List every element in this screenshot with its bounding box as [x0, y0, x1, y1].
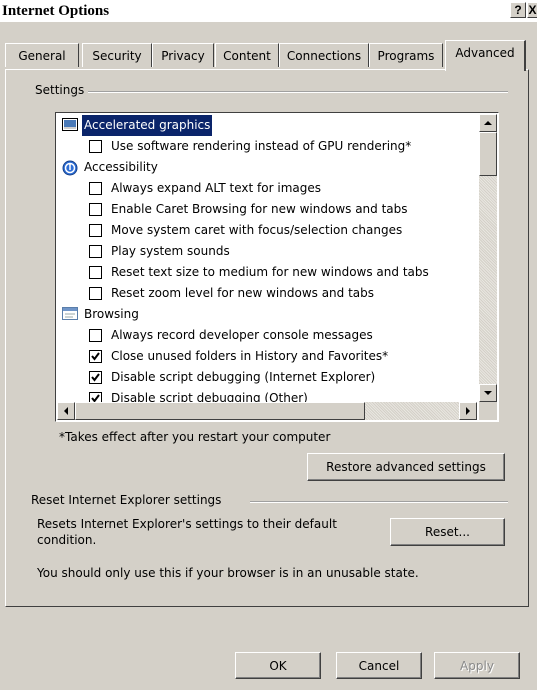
settings-group-label: Settings: [31, 83, 89, 97]
setting-checkbox[interactable]: [89, 245, 102, 258]
tab-programs[interactable]: Programs: [369, 43, 443, 67]
setting-option-row[interactable]: Always expand ALT text for images: [58, 178, 478, 199]
settings-list-items: Accelerated graphics Use software renderi…: [58, 115, 478, 405]
setting-option-row[interactable]: Use software rendering instead of GPU re…: [58, 136, 478, 157]
reset-group-line: [250, 501, 508, 503]
tab-general[interactable]: General: [5, 43, 79, 67]
setting-option-label: Enable Caret Browsing for new windows an…: [111, 202, 408, 216]
arrow-down-icon: [484, 391, 492, 395]
setting-option-label: Move system caret with focus/selection c…: [111, 223, 403, 237]
setting-checkbox[interactable]: [89, 203, 102, 216]
unusable-state-warning: You should only use this if your browser…: [37, 566, 419, 580]
window-title: Internet Options: [2, 3, 110, 19]
setting-option-row[interactable]: Always record developer console messages: [58, 325, 478, 346]
setting-option-label: Always expand ALT text for images: [111, 181, 321, 195]
setting-checkbox[interactable]: [89, 371, 102, 384]
tab-content[interactable]: Content: [215, 43, 279, 67]
setting-checkbox[interactable]: [89, 329, 102, 342]
setting-checkbox[interactable]: [89, 287, 102, 300]
category-row[interactable]: Browsing: [58, 304, 478, 325]
close-button[interactable]: X: [527, 2, 537, 18]
setting-option-row[interactable]: Reset zoom level for new windows and tab…: [58, 283, 478, 304]
tab-security[interactable]: Security: [82, 43, 152, 67]
settings-group-line: [88, 91, 508, 93]
scroll-down-button[interactable]: [479, 384, 497, 402]
category-label: Browsing: [84, 307, 139, 321]
checkmark-icon: [91, 352, 100, 361]
scrollbar-corner: [479, 402, 497, 420]
checkmark-icon: [91, 373, 100, 382]
setting-option-label: Always record developer console messages: [111, 328, 373, 342]
tab-privacy[interactable]: Privacy: [152, 43, 214, 67]
scroll-right-button[interactable]: [459, 402, 477, 420]
arrow-left-icon: [64, 407, 68, 415]
restart-footnote: *Takes effect after you restart your com…: [59, 430, 331, 444]
cancel-button[interactable]: Cancel: [336, 652, 422, 679]
setting-checkbox[interactable]: [89, 224, 102, 237]
reset-button[interactable]: Reset...: [390, 518, 505, 546]
ok-button[interactable]: OK: [235, 652, 321, 679]
setting-option-row[interactable]: Enable Caret Browsing for new windows an…: [58, 199, 478, 220]
setting-checkbox[interactable]: [89, 182, 102, 195]
restore-advanced-settings-button[interactable]: Restore advanced settings: [307, 453, 505, 481]
category-label: Accelerated graphics: [82, 115, 213, 136]
display-icon: [62, 118, 78, 132]
setting-checkbox[interactable]: [89, 350, 102, 363]
setting-checkbox[interactable]: [89, 266, 102, 279]
setting-option-row[interactable]: Disable script debugging (Internet Explo…: [58, 367, 478, 388]
internet-options-dialog: Internet Options ? X General Security Pr…: [0, 0, 537, 690]
setting-option-label: Use software rendering instead of GPU re…: [111, 139, 412, 153]
setting-option-label: Play system sounds: [111, 244, 230, 258]
reset-group-label: Reset Internet Explorer settings: [27, 493, 226, 507]
category-label: Accessibility: [84, 160, 158, 174]
title-bar[interactable]: Internet Options ? X: [0, 0, 537, 22]
setting-option-row[interactable]: Reset text size to medium for new window…: [58, 262, 478, 283]
tab-advanced[interactable]: Advanced: [445, 40, 526, 71]
vertical-scroll-thumb[interactable]: [479, 132, 497, 176]
setting-option-label: Reset zoom level for new windows and tab…: [111, 286, 375, 300]
setting-option-label: Reset text size to medium for new window…: [111, 265, 429, 279]
reset-description: Resets Internet Explorer's settings to t…: [37, 517, 337, 547]
scroll-left-button[interactable]: [57, 402, 75, 420]
browsing-icon: [62, 307, 78, 321]
scroll-up-button[interactable]: [479, 114, 497, 132]
help-button[interactable]: ?: [510, 2, 526, 18]
category-row[interactable]: Accessibility: [58, 157, 478, 178]
vertical-scrollbar[interactable]: [479, 114, 497, 402]
horizontal-scrollbar[interactable]: [57, 402, 477, 420]
settings-tree-list[interactable]: Accelerated graphics Use software renderi…: [55, 112, 499, 422]
horizontal-scroll-thumb[interactable]: [75, 402, 365, 420]
tab-connections[interactable]: Connections: [279, 43, 369, 67]
arrow-right-icon: [466, 407, 470, 415]
setting-option-label: Disable script debugging (Internet Explo…: [111, 370, 376, 384]
setting-option-label: Close unused folders in History and Favo…: [111, 349, 389, 363]
category-row[interactable]: Accelerated graphics: [58, 115, 478, 136]
apply-button[interactable]: Apply: [434, 652, 520, 679]
setting-checkbox[interactable]: [89, 140, 102, 153]
setting-option-row[interactable]: Close unused folders in History and Favo…: [58, 346, 478, 367]
accessibility-icon: [62, 160, 78, 176]
arrow-up-icon: [484, 121, 492, 125]
setting-option-row[interactable]: Move system caret with focus/selection c…: [58, 220, 478, 241]
setting-option-row[interactable]: Play system sounds: [58, 241, 478, 262]
